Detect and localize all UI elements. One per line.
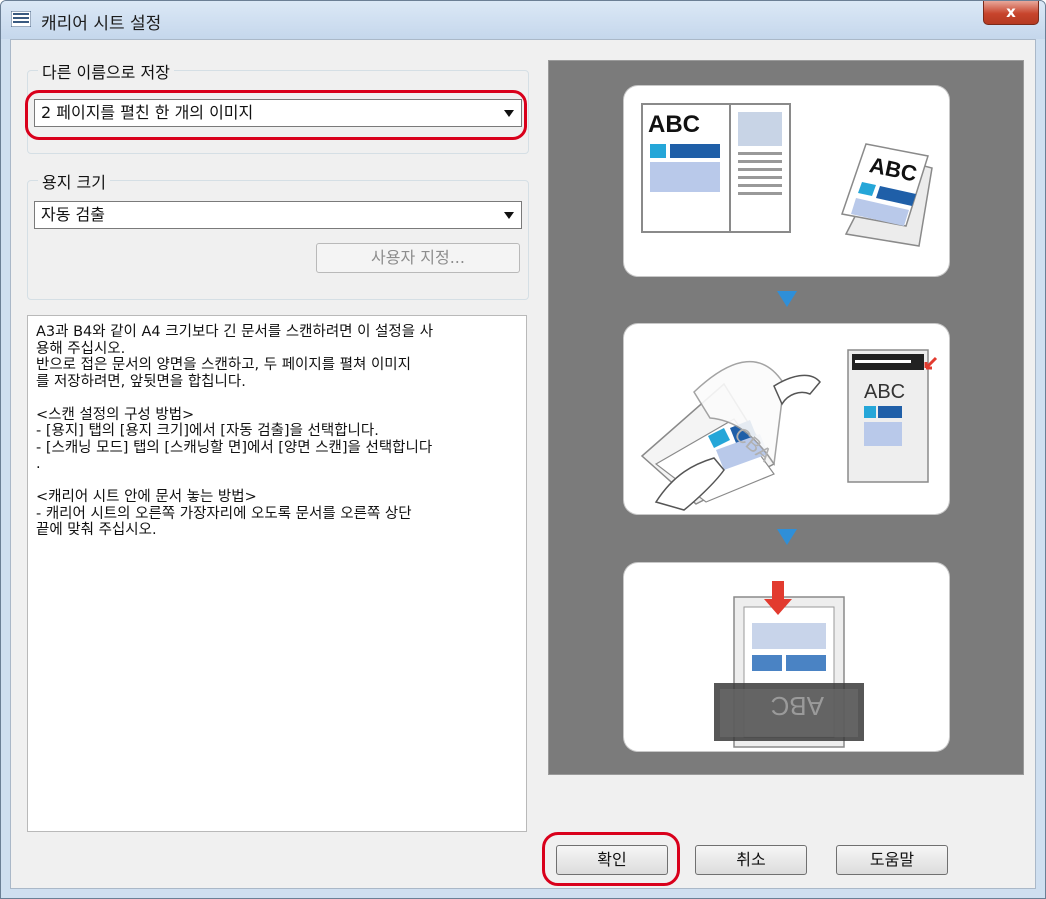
- step2-panel: CBA ABC: [624, 324, 949, 514]
- down-arrow-icon: [777, 291, 797, 307]
- dialog-body: 다른 이름으로 저장 2 페이지를 펼친 한 개의 이미지 용지 크기 자동 검…: [10, 39, 1036, 889]
- ok-highlight: [542, 832, 680, 886]
- save-as-legend: 다른 이름으로 저장: [38, 59, 174, 83]
- description-box: A3과 B4와 같이 A4 크기보다 긴 문서를 스캔하려면 이 설정을 사 용해…: [27, 315, 527, 832]
- down-arrow-icon: [777, 529, 797, 545]
- description-line: - [용지] 탭의 [용지 크기]에서 [자동 검출]을 선택합니다.: [36, 423, 379, 439]
- description-line: .: [36, 456, 41, 472]
- cancel-button[interactable]: 취소: [695, 845, 807, 875]
- close-icon[interactable]: x: [1006, 3, 1016, 21]
- close-button[interactable]: x: [983, 1, 1039, 25]
- custom-size-button[interactable]: 사용자 지정...: [316, 243, 520, 273]
- window-icon: [11, 11, 31, 27]
- step3-illustration: ABC: [714, 581, 864, 748]
- description-line: A3과 B4와 같이 A4 크기보다 긴 문서를 스캔하려면 이 설정을 사: [36, 324, 434, 340]
- help-button[interactable]: 도움말: [836, 845, 948, 875]
- description-line: 용해 주십시오.: [36, 340, 126, 357]
- description-line: - 캐리어 시트의 오른쪽 가장자리에 오도록 문서를 오른쪽 상단: [36, 505, 412, 522]
- step1-illustration: ABC ABC: [641, 103, 933, 247]
- dropdown-arrow-icon[interactable]: [504, 212, 514, 219]
- paper-size-legend: 용지 크기: [38, 169, 110, 193]
- title-bar: 캐리어 시트 설정 x: [1, 1, 1045, 39]
- paper-size-select[interactable]: 자동 검출: [34, 201, 522, 229]
- step3-abc: ABC: [771, 691, 824, 721]
- dialog-window: 캐리어 시트 설정 x 다른 이름으로 저장 2 페이지를 펼친 한 개의 이미…: [0, 0, 1046, 899]
- step1-panel: ABC ABC: [624, 86, 949, 276]
- step1-abc-a: ABC: [648, 111, 700, 138]
- description-line: 끝에 맞춰 주십시오.: [36, 522, 157, 538]
- description-line: [36, 390, 518, 407]
- paper-size-group: 용지 크기 자동 검출 사용자 지정...: [27, 169, 529, 300]
- description-line: - [스캐닝 모드] 탭의 [스캐닝할 면]에서 [양면 스캔]을 선택합니다: [36, 439, 433, 456]
- step2-illustration: CBA ABC: [640, 349, 938, 511]
- step3-panel: ABC: [624, 563, 949, 751]
- paper-size-value: 자동 검출: [41, 205, 105, 224]
- window-title: 캐리어 시트 설정: [41, 14, 162, 34]
- description-line: 반으로 접은 문서의 양면을 스캔하고, 두 페이지를 펼쳐 이미지: [36, 357, 411, 373]
- description-line: <스캔 설정의 구성 방법>: [36, 406, 195, 423]
- preview-area: ABC ABC CBA ABC ABC: [548, 60, 1024, 775]
- description-line: <캐리어 시트 안에 문서 놓는 방법>: [36, 489, 257, 505]
- step2-abc: ABC: [864, 381, 905, 403]
- description-line: 를 저장하려면, 앞뒷면을 합칩니다.: [36, 373, 246, 390]
- save-as-highlight: [25, 90, 527, 140]
- description-line: [36, 473, 518, 490]
